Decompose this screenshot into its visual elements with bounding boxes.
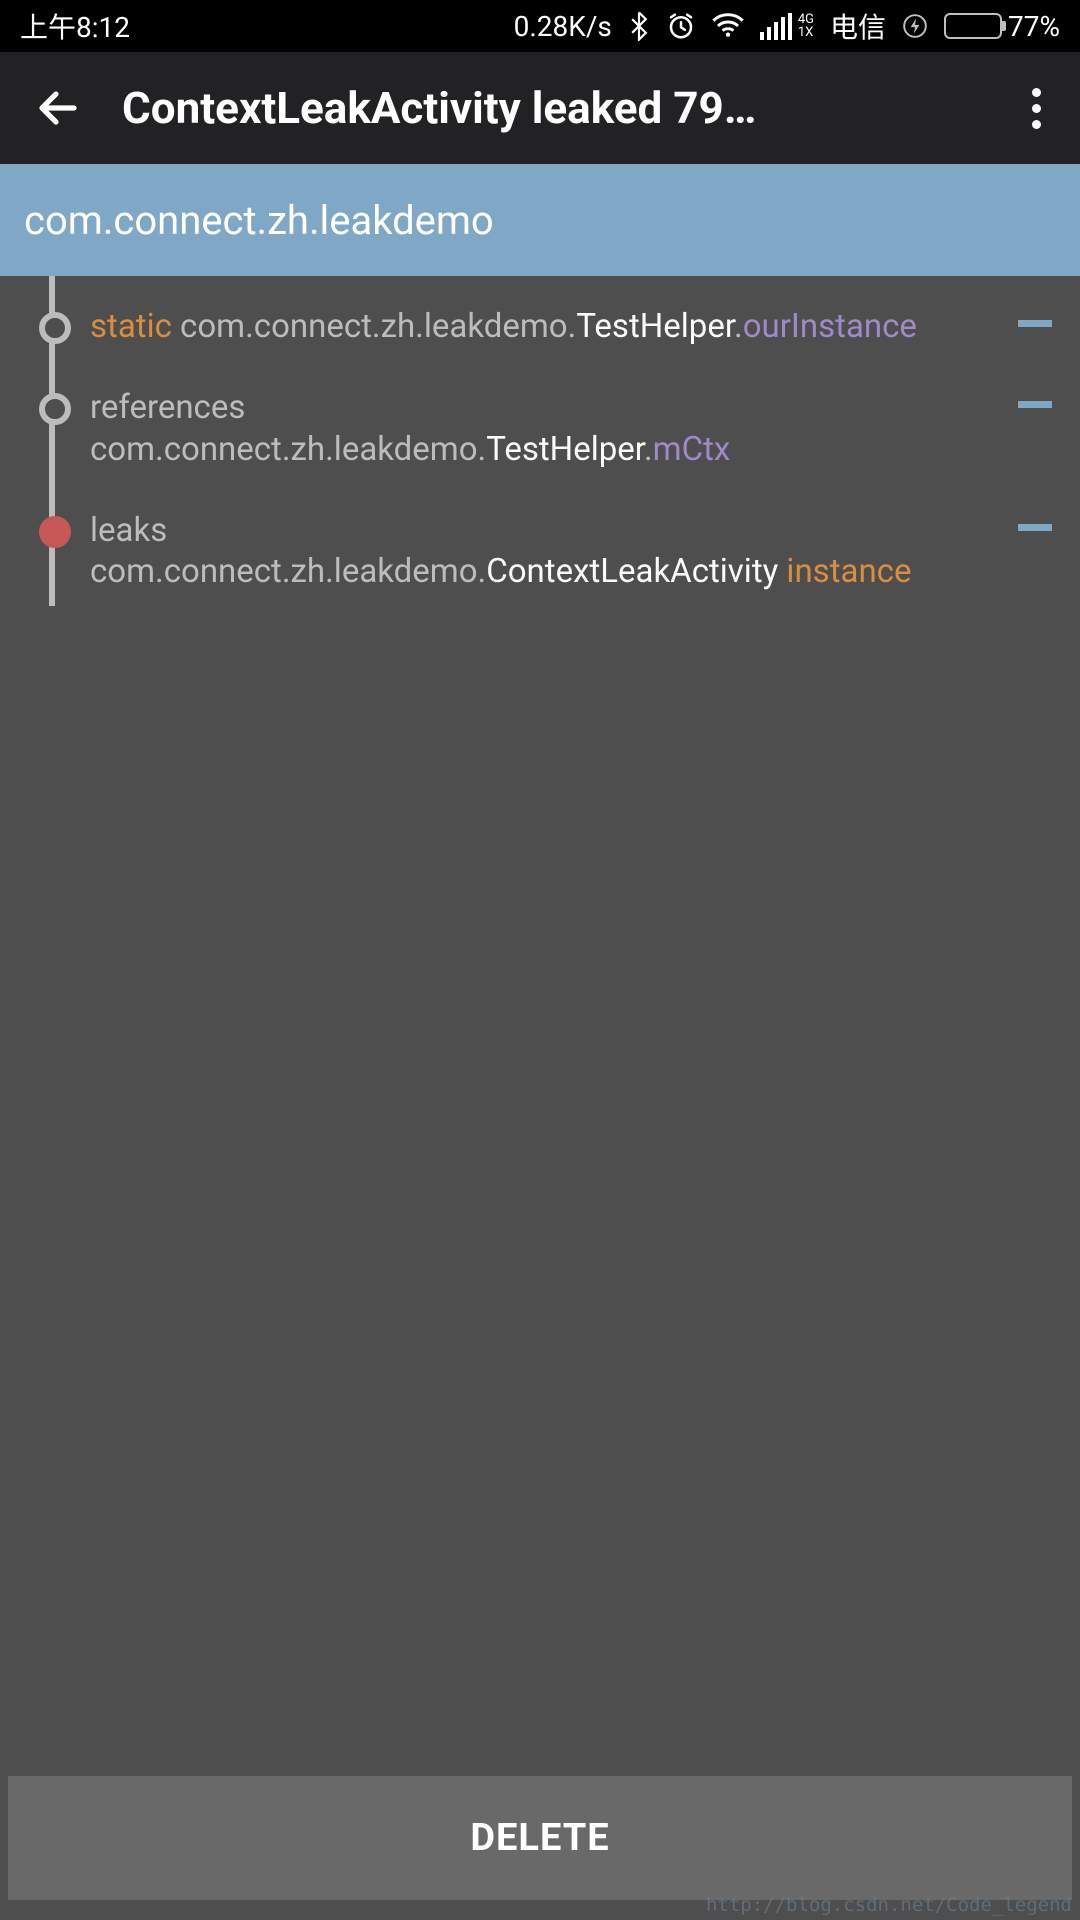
wifi-icon: [712, 13, 744, 39]
delete-button[interactable]: DELETE: [8, 1776, 1072, 1900]
battery-icon: [944, 13, 1002, 39]
status-left: 上午8:12: [20, 6, 130, 46]
signal-icon: 4G 1X: [760, 13, 814, 40]
trace-item[interactable]: leaks com.connect.zh.leakdemo.ContextLea…: [0, 480, 1080, 603]
watermark-text: http://blog.csdn.net/Code_legend: [706, 1894, 1072, 1916]
battery-percent: 77%: [1008, 10, 1060, 43]
alarm-icon: [666, 11, 696, 41]
trace-item[interactable]: static com.connect.zh.leakdemo.TestHelpe…: [0, 276, 1080, 357]
net-badge-line2: 1X: [798, 26, 814, 39]
trace-leak-node-icon: [39, 516, 71, 548]
app-bar: ContextLeakActivity leaked 79…: [0, 52, 1080, 164]
back-button[interactable]: [24, 74, 92, 142]
package-header: com.connect.zh.leakdemo: [0, 164, 1080, 276]
package-name: com.connect.zh.leakdemo: [24, 197, 494, 244]
expand-toggle[interactable]: [1018, 401, 1052, 408]
trace-item-text: leaks com.connect.zh.leakdemo.ContextLea…: [90, 504, 1010, 593]
trace-node-icon: [39, 312, 71, 344]
delete-button-label: DELETE: [470, 1816, 609, 1860]
trace-item[interactable]: references com.connect.zh.leakdemo.TestH…: [0, 357, 1080, 480]
trace-item-text: static com.connect.zh.leakdemo.TestHelpe…: [90, 300, 1010, 347]
status-right: 0.28K/s: [514, 6, 1060, 46]
screen-title: ContextLeakActivity leaked 79…: [122, 82, 996, 134]
battery-indicator: 77%: [944, 10, 1060, 43]
trace-item-text: references com.connect.zh.leakdemo.TestH…: [90, 381, 1010, 470]
leak-trace-list: static com.connect.zh.leakdemo.TestHelpe…: [0, 276, 1080, 1768]
carrier-label: 电信: [830, 6, 886, 46]
bluetooth-icon: [628, 11, 650, 41]
overflow-menu-button[interactable]: [1008, 80, 1064, 136]
network-speed: 0.28K/s: [514, 10, 612, 43]
trace-node-icon: [39, 393, 71, 425]
charging-icon: [902, 13, 928, 39]
expand-toggle[interactable]: [1018, 320, 1052, 327]
status-bar: 上午8:12 0.28K/s: [0, 0, 1080, 52]
expand-toggle[interactable]: [1018, 524, 1052, 531]
status-time: 上午8:12: [20, 6, 130, 46]
vertical-dots-icon: [1032, 88, 1041, 97]
arrow-back-icon: [34, 84, 82, 132]
